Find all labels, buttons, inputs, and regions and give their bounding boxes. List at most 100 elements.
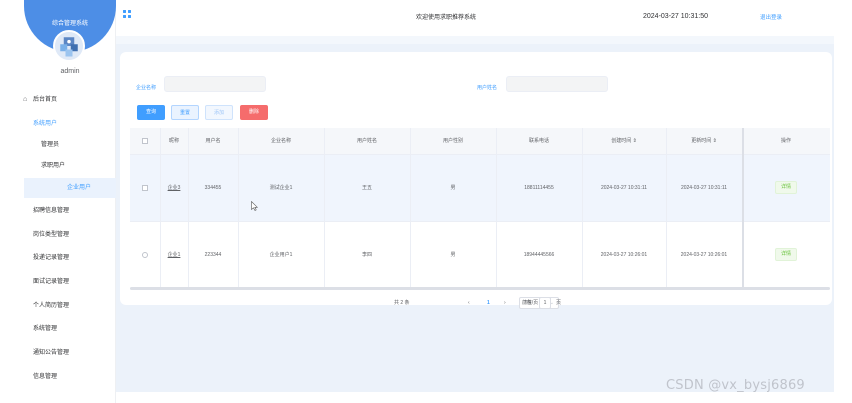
sidebar-item-applications[interactable]: 投递记录管理 (0, 248, 116, 268)
cell-nickname: 企业1 (167, 252, 181, 258)
goto-label: 前往 (522, 300, 533, 306)
col-gender: 用户性别 (442, 138, 463, 144)
sidebar-item-label: 岗位类型管理 (33, 232, 70, 238)
sidebar-group-label: 系统用户 (33, 121, 58, 127)
cell-company: 测试企业1 (269, 185, 293, 191)
sidebar-item-label: 投递记录管理 (33, 255, 70, 261)
sidebar-item-home[interactable]: ⌂ 后台首页 (0, 90, 116, 110)
column-divider (410, 128, 411, 290)
cell-username: 223344 (204, 252, 222, 258)
cell-updated: 2024-03-27 10:31:11 (680, 185, 728, 191)
sidebar-item-label: 管理员 (41, 142, 60, 148)
cell-phone: 18811114455 (524, 185, 554, 191)
table-row[interactable]: 企业3 334455 测试企业1 王五 男 18811114455 2024-0… (130, 155, 830, 222)
column-divider (666, 128, 667, 290)
add-button[interactable]: 添加 (205, 105, 233, 120)
content-card: 企业名称 用户姓名 查询 重置 添加 删除 昵称 用户名 企业名称 用户姓名 用… (120, 52, 832, 309)
cell-created: 2024-03-27 10:26:01 (600, 252, 648, 258)
pagination-total: 共 2 条 (394, 300, 410, 306)
sidebar-item-label: 系统管理 (33, 326, 58, 332)
col-company: 企业名称 (270, 138, 291, 144)
cell-name: 李四 (361, 252, 372, 258)
sidebar-item-admins[interactable]: 管理员 (0, 135, 116, 155)
sidebar-item-label: 个人简历管理 (33, 303, 70, 309)
watermark: CSDN @vx_bysj6869 (666, 378, 805, 393)
column-divider (238, 128, 239, 290)
sidebar-group-system-users[interactable]: 系统用户 (0, 114, 116, 134)
avatar[interactable] (53, 30, 85, 62)
page-number-current[interactable]: 1 (487, 297, 490, 309)
sidebar-item-label: 企业用户 (67, 185, 92, 191)
menu-toggle-icon[interactable] (123, 10, 131, 18)
sidebar-item-notices[interactable]: 通知公告管理 (0, 343, 116, 363)
prev-page-button[interactable]: ‹ (468, 297, 470, 309)
row-checkbox[interactable] (142, 185, 148, 191)
select-all-checkbox[interactable] (142, 138, 148, 144)
sidebar: 综合管理系统 admin ⌂ 后台首页 系统用户 管理员 求职用户 企业用户 招… (0, 0, 116, 403)
sidebar-item-label: 通知公告管理 (33, 350, 70, 356)
detail-button[interactable]: 详情 (775, 181, 798, 194)
cell-name: 王五 (361, 185, 372, 191)
column-divider (160, 128, 161, 290)
page-title: 欢迎使用求职推荐系统 (416, 15, 477, 21)
detail-button[interactable]: 详情 (775, 248, 798, 261)
column-divider (324, 128, 325, 290)
reset-button[interactable]: 重置 (171, 105, 199, 120)
user-name-label: 用户姓名 (477, 85, 498, 91)
col-name: 用户姓名 (356, 138, 377, 144)
cell-updated: 2024-03-27 10:26:01 (680, 252, 728, 258)
col-username: 用户名 (205, 138, 221, 144)
column-divider (188, 128, 189, 290)
sidebar-item-job-types[interactable]: 岗位类型管理 (0, 225, 116, 245)
cell-username: 334455 (204, 185, 222, 191)
next-page-button[interactable]: › (504, 297, 506, 309)
col-actions: 操作 (780, 138, 791, 144)
table-row[interactable]: 企业1 223344 企业用户1 李四 男 18944445566 2024-0… (130, 222, 830, 289)
sidebar-item-company-users[interactable]: 企业用户 (24, 178, 116, 198)
cell-company: 企业用户1 (269, 252, 293, 258)
avatar-image (55, 32, 83, 60)
delete-button[interactable]: 删除 (240, 105, 268, 120)
query-button[interactable]: 查询 (137, 105, 165, 120)
system-title: 综合管理系统 (51, 21, 88, 27)
column-divider (496, 128, 497, 290)
table-horizontal-scrollbar[interactable] (130, 287, 830, 290)
column-divider (582, 128, 583, 290)
col-nickname: 昵称 (168, 138, 179, 144)
current-time: 2024-03-27 10:31:50 (643, 13, 708, 20)
page-suffix: 页 (556, 300, 562, 306)
tabs-bar (116, 36, 834, 44)
username-label: admin (60, 68, 80, 75)
sidebar-item-label: 后台首页 (33, 97, 58, 103)
home-icon: ⌂ (23, 96, 28, 103)
sidebar-item-jobseekers[interactable]: 求职用户 (0, 156, 116, 176)
mouse-cursor-icon (251, 201, 258, 211)
sidebar-item-interviews[interactable]: 面试记录管理 (0, 272, 116, 292)
main-content: 企业名称 用户姓名 查询 重置 添加 删除 昵称 用户名 企业名称 用户姓名 用… (116, 36, 834, 392)
cell-nickname: 企业3 (167, 185, 181, 191)
app-root: 综合管理系统 admin ⌂ 后台首页 系统用户 管理员 求职用户 企业用户 招… (0, 0, 852, 403)
sidebar-item-resumes[interactable]: 个人简历管理 (0, 296, 116, 316)
row-checkbox[interactable] (142, 252, 148, 258)
goto-page-input[interactable]: 1 (539, 297, 551, 309)
cell-gender: 男 (450, 185, 456, 191)
user-name-input[interactable] (506, 76, 608, 92)
fixed-column-divider (742, 128, 744, 290)
col-created[interactable]: 创建时间 ⇕ (582, 128, 666, 155)
top-header: 欢迎使用求职推荐系统 2024-03-27 10:31:50 退出登录 (116, 0, 852, 36)
sidebar-item-label: 信息管理 (33, 374, 58, 380)
sidebar-item-system[interactable]: 系统管理 (0, 319, 116, 339)
sidebar-item-info[interactable]: 信息管理 (0, 367, 116, 387)
col-updated[interactable]: 更新时间 ⇕ (666, 128, 742, 155)
cell-phone: 18944445566 (523, 252, 555, 258)
sidebar-item-label: 招聘信息管理 (33, 208, 70, 214)
sidebar-item-recruitment[interactable]: 招聘信息管理 (0, 201, 116, 221)
sidebar-item-label: 求职用户 (41, 163, 66, 169)
company-name-label: 企业名称 (136, 85, 157, 91)
company-name-input[interactable] (164, 76, 266, 92)
cell-gender: 男 (450, 252, 456, 258)
col-phone: 联系电话 (528, 138, 549, 144)
logout-link[interactable]: 退出登录 (760, 13, 782, 21)
cell-created: 2024-03-27 10:31:11 (600, 185, 648, 191)
table-header: 昵称 用户名 企业名称 用户姓名 用户性别 联系电话 创建时间 ⇕ 更新时间 ⇕… (130, 128, 830, 155)
